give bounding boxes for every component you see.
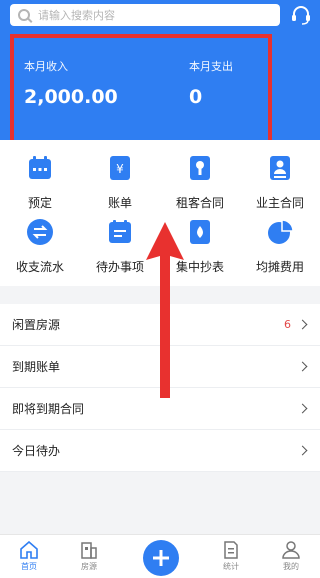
shortcut-label: 收支流水 — [15, 260, 64, 274]
income-stat: 本月收入 2,000.00 — [24, 58, 118, 108]
tab-label: 首页 — [21, 562, 37, 571]
transfer-icon — [27, 219, 53, 245]
expense-value: 0 — [189, 86, 203, 108]
list-item-today-todo[interactable]: 今日待办 — [0, 430, 320, 472]
tab-statistics[interactable]: 统计 — [206, 541, 256, 572]
chevron-right-icon — [297, 319, 308, 330]
plus-icon — [153, 550, 169, 566]
expense-stat: 本月支出 0 — [189, 58, 233, 108]
user-icon — [282, 541, 300, 559]
chevron-right-icon — [297, 403, 308, 414]
shortcut-owner-contract[interactable]: 业主合同 — [240, 154, 320, 211]
shortcut-label: 业主合同 — [255, 196, 304, 210]
shortcut-tenant-contract[interactable]: 租客合同 — [160, 154, 240, 211]
shortcut-label: 均摊费用 — [255, 260, 304, 274]
shortcut-reserve[interactable]: 预定 — [0, 154, 80, 211]
search-bar[interactable]: 请输入搜索内容 — [10, 4, 280, 26]
shortcut-label: 预定 — [27, 196, 52, 210]
tab-label: 统计 — [223, 562, 239, 571]
income-label: 本月收入 — [24, 60, 68, 73]
add-button[interactable] — [143, 540, 179, 576]
shortcut-label: 账单 — [107, 196, 132, 210]
chevron-right-icon — [297, 445, 308, 456]
annotation-arrow — [146, 222, 184, 398]
bill-icon: ¥ — [110, 156, 130, 180]
headset-icon[interactable] — [290, 5, 312, 25]
todo-icon — [109, 220, 131, 243]
tab-home[interactable]: 首页 — [4, 541, 54, 572]
tenant-contract-icon — [190, 156, 210, 180]
list-item-label: 今日待办 — [12, 444, 61, 458]
calendar-icon — [29, 156, 51, 179]
home-icon — [20, 541, 38, 559]
shortcut-bill[interactable]: ¥ 账单 — [80, 154, 160, 211]
document-icon — [224, 541, 238, 559]
monthly-stats-card: 本月收入 2,000.00 本月支出 0 — [10, 34, 272, 154]
income-value: 2,000.00 — [24, 86, 118, 108]
meter-icon — [190, 220, 210, 244]
chevron-right-icon — [297, 361, 308, 372]
shortcut-label: 租客合同 — [175, 196, 224, 210]
search-icon — [18, 9, 30, 21]
tab-rooms[interactable]: 房源 — [64, 541, 114, 572]
list-item-label: 即将到期合同 — [12, 402, 85, 416]
shortcut-cash-flow[interactable]: 收支流水 — [0, 218, 80, 275]
count-badge: 6 — [284, 318, 291, 331]
house-icon — [81, 542, 97, 559]
pie-chart-icon — [268, 219, 294, 244]
tab-mine[interactable]: 我的 — [266, 541, 316, 572]
shortcut-shared-cost[interactable]: 均摊费用 — [240, 218, 320, 275]
tab-label: 我的 — [283, 562, 299, 571]
svg-text:¥: ¥ — [116, 162, 124, 176]
expense-label: 本月支出 — [189, 60, 233, 73]
owner-contract-icon — [270, 156, 290, 180]
tab-label: 房源 — [81, 562, 97, 571]
search-placeholder: 请输入搜索内容 — [38, 9, 115, 22]
